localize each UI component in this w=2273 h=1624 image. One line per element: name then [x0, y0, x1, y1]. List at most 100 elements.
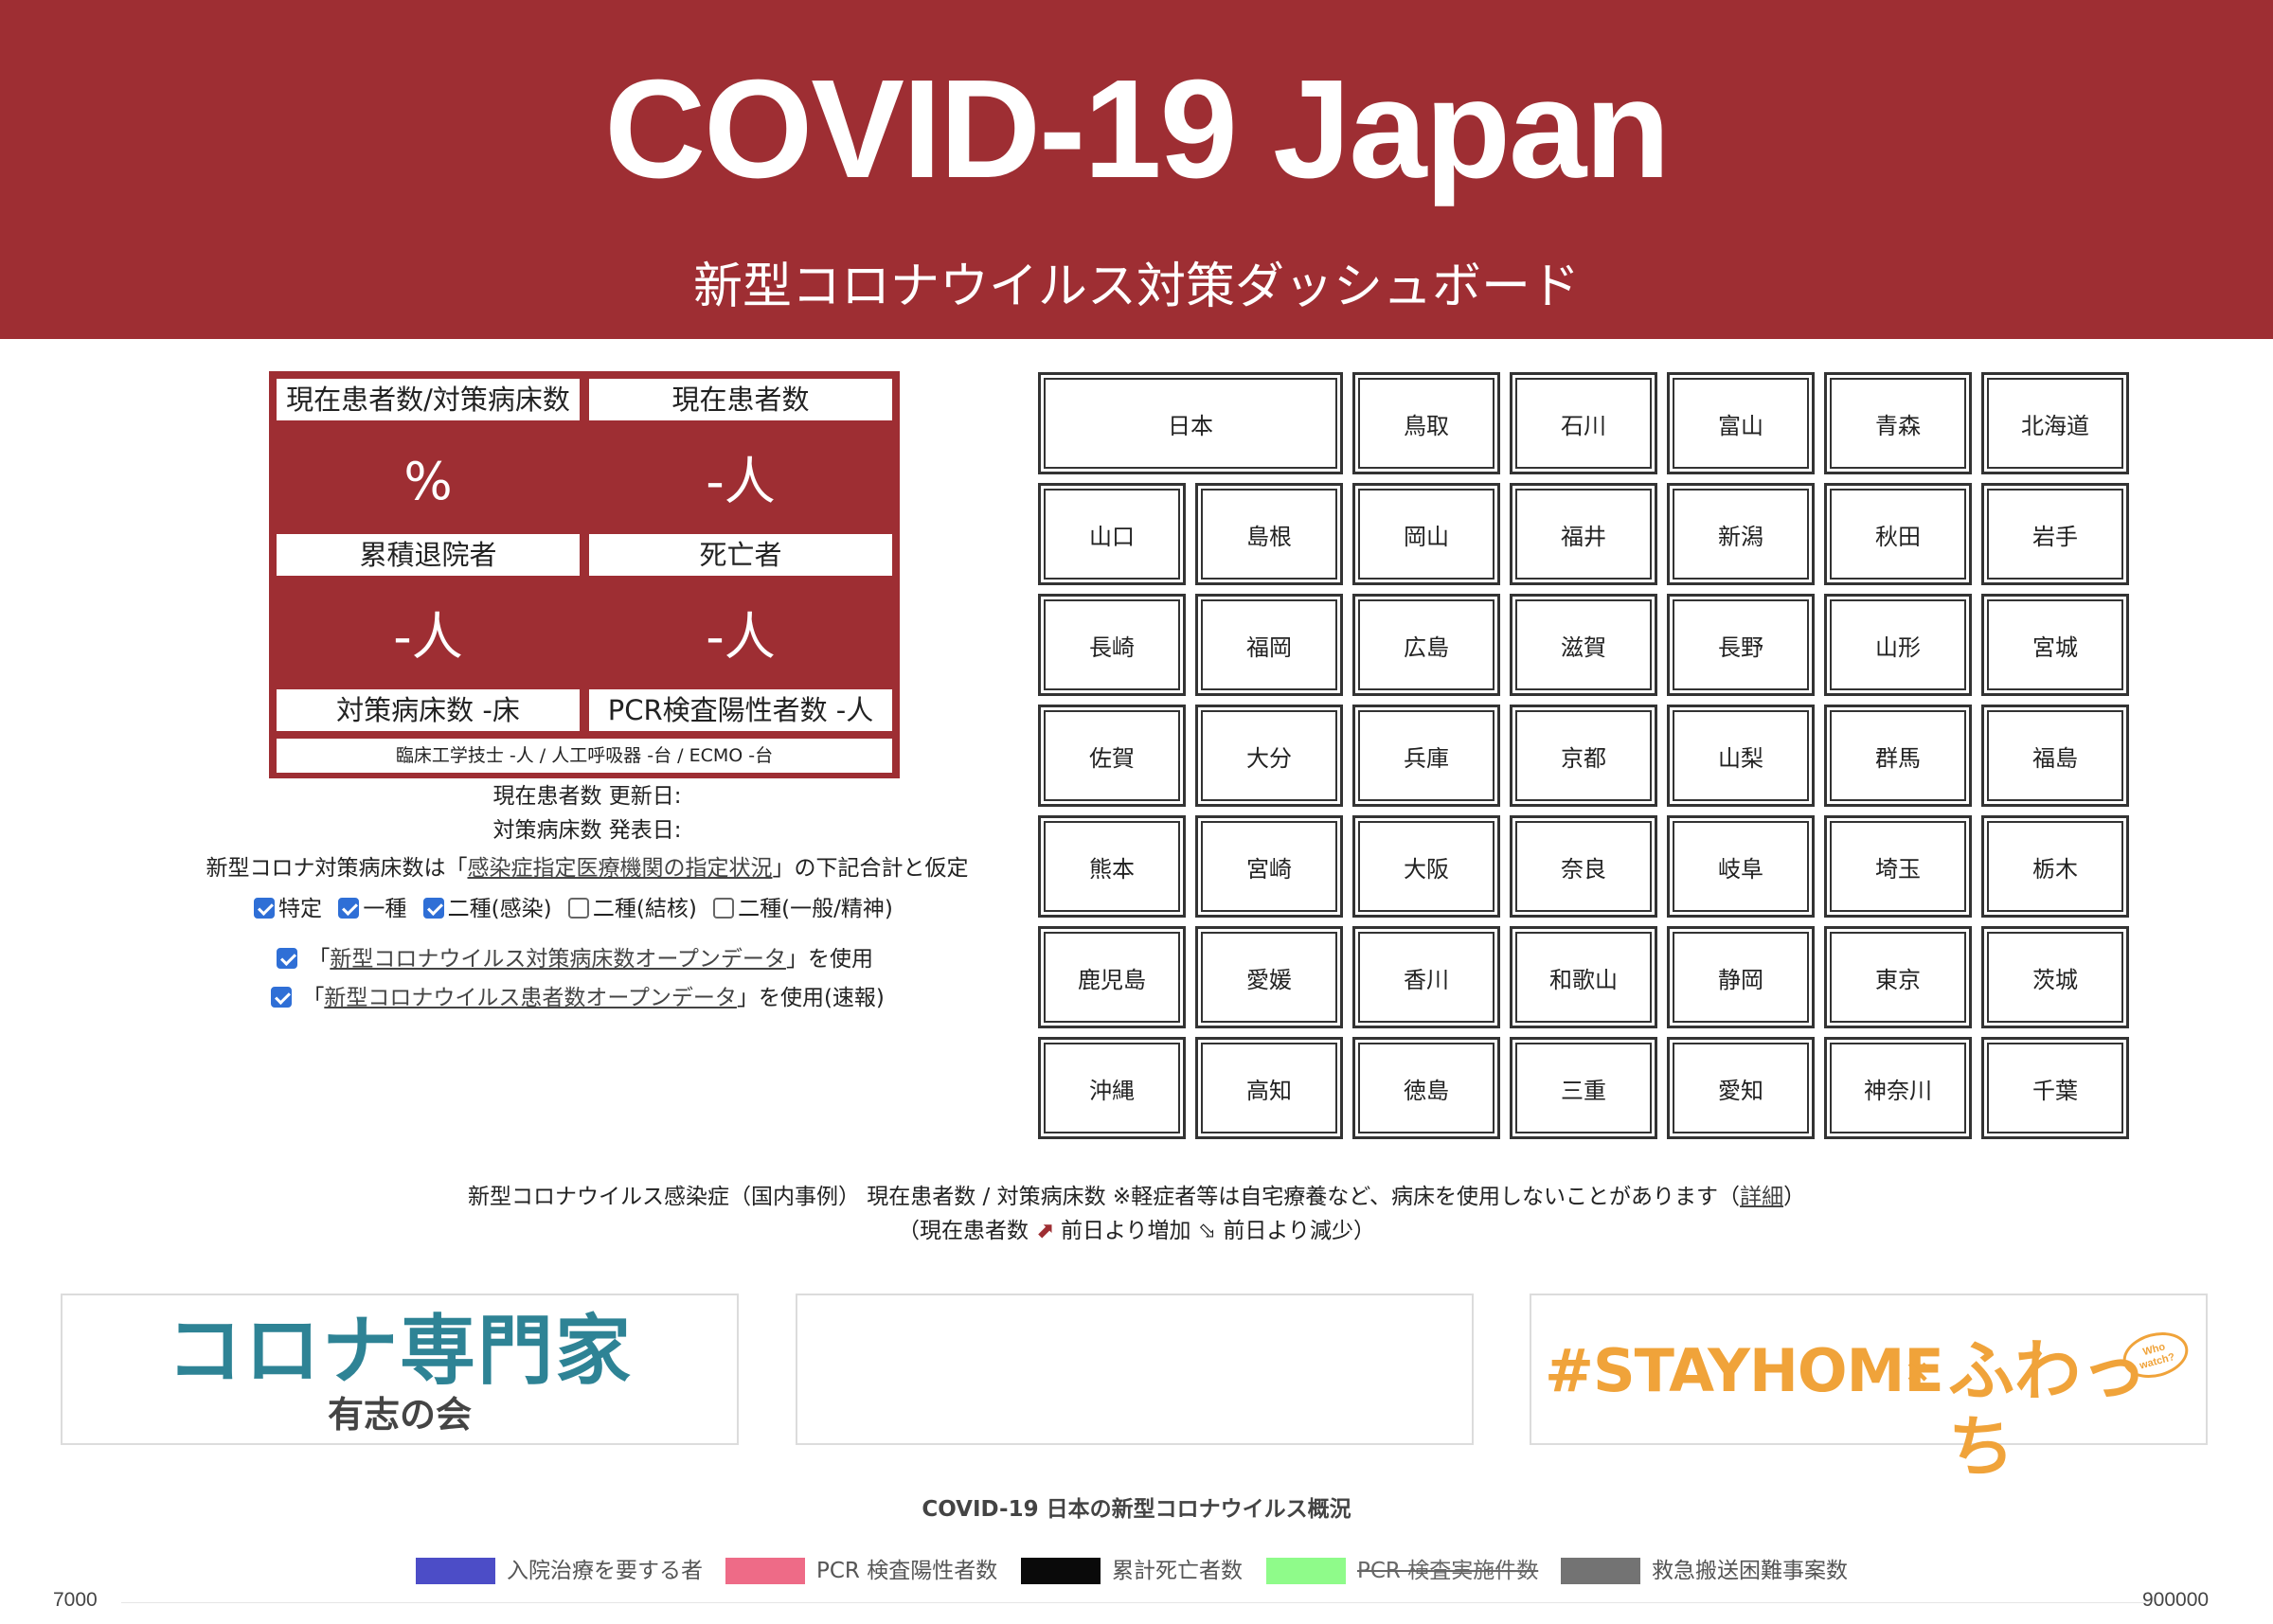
- pcr-positive-label: PCR検査陽性者数 -人: [589, 689, 892, 731]
- filter-label: 二種(感染): [447, 897, 552, 921]
- pref-tile[interactable]: 秋田: [1822, 481, 1974, 587]
- current-patients-value: -人: [706, 452, 776, 511]
- legend-label: PCR 検査実施件数: [1357, 1559, 1539, 1583]
- pref-tile[interactable]: 愛知: [1665, 1035, 1817, 1141]
- corona-experts-logo-text: コロナ専門家: [167, 1307, 633, 1395]
- details-link[interactable]: 詳細: [1740, 1185, 1783, 1209]
- pref-tile[interactable]: 大阪: [1351, 813, 1502, 919]
- pref-tile[interactable]: 岐阜: [1665, 813, 1817, 919]
- blank-banner[interactable]: [796, 1294, 1474, 1445]
- pref-tile[interactable]: 愛媛: [1193, 924, 1345, 1030]
- pref-tile[interactable]: 静岡: [1665, 924, 1817, 1030]
- pref-tile[interactable]: 神奈川: [1822, 1035, 1974, 1141]
- pref-tile[interactable]: 広島: [1351, 592, 1502, 698]
- pref-tile[interactable]: 山梨: [1665, 703, 1817, 809]
- bed-assumption-note: 新型コロナ対策病床数は「感染症指定医療機関の指定状況」の下記合計と仮定: [0, 852, 1174, 884]
- pref-tile[interactable]: 福岡: [1193, 592, 1345, 698]
- hospital-type-filters: 特定 一種 二種(感染) 二種(結核) 二種(一般/精神): [254, 893, 903, 925]
- pref-tile[interactable]: 佐賀: [1036, 703, 1188, 809]
- increase-arrow-icon: ⬈: [1035, 1219, 1054, 1243]
- published-date: 対策病床数 発表日:: [492, 818, 682, 843]
- beds-label: 対策病床数 -床: [277, 689, 580, 731]
- pref-tile[interactable]: 奈良: [1508, 813, 1659, 919]
- caption-close: ）: [1783, 1185, 1806, 1209]
- pref-tile[interactable]: 群馬: [1822, 703, 1974, 809]
- corona-experts-subtext: 有志の会: [327, 1394, 472, 1436]
- increase-label: 前日より増加: [1060, 1219, 1191, 1243]
- filter-nishu-kansen[interactable]: 二種(感染): [422, 893, 552, 925]
- pref-tile[interactable]: 山口: [1036, 481, 1188, 587]
- pref-tile[interactable]: 熊本: [1036, 813, 1188, 919]
- ratio-value: %: [403, 452, 453, 511]
- corona-experts-banner[interactable]: コロナ専門家 有志の会: [61, 1294, 739, 1445]
- patients-opendata-link[interactable]: 新型コロナウイルス患者数オープンデータ: [324, 986, 737, 1010]
- pref-tile-japan[interactable]: 日本: [1036, 370, 1345, 476]
- pref-tile[interactable]: 香川: [1351, 924, 1502, 1030]
- pref-tile[interactable]: 茨城: [1979, 924, 2131, 1030]
- pref-tile[interactable]: 滋賀: [1508, 592, 1659, 698]
- pref-tile[interactable]: 岡山: [1351, 481, 1502, 587]
- checkbox[interactable]: [277, 948, 297, 969]
- deaths-value: -人: [706, 607, 776, 667]
- checkbox[interactable]: [567, 898, 589, 919]
- pref-tile[interactable]: 富山: [1665, 370, 1817, 476]
- deaths-label: 死亡者: [589, 534, 892, 576]
- filter-nishu-ippan[interactable]: 二種(一般/精神): [713, 893, 893, 925]
- pref-tile[interactable]: 沖縄: [1036, 1035, 1188, 1141]
- pref-tile[interactable]: 東京: [1822, 924, 1974, 1030]
- filter-label: 一種: [363, 897, 407, 921]
- checkbox[interactable]: [271, 987, 292, 1008]
- pref-tile[interactable]: 宮城: [1979, 592, 2131, 698]
- pref-tile[interactable]: 北海道: [1979, 370, 2131, 476]
- filter-label: 二種(一般/精神): [738, 897, 893, 921]
- discharged-label: 累積退院者: [277, 534, 580, 576]
- checkbox[interactable]: [713, 898, 735, 919]
- pref-tile[interactable]: 山形: [1822, 592, 1974, 698]
- pref-tile[interactable]: 長崎: [1036, 592, 1188, 698]
- filter-tokutei[interactable]: 特定: [254, 893, 322, 925]
- pref-tile[interactable]: 宮崎: [1193, 813, 1345, 919]
- pref-tile[interactable]: 福島: [1979, 703, 2131, 809]
- filter-label: 特定: [278, 897, 322, 921]
- pref-tile[interactable]: 高知: [1193, 1035, 1345, 1141]
- legend-swatch: [725, 1558, 805, 1584]
- opendata-post: 」を使用(速報): [736, 986, 885, 1010]
- pref-tile[interactable]: 新潟: [1665, 481, 1817, 587]
- beds-opendata-link[interactable]: 新型コロナウイルス対策病床数オープンデータ: [330, 947, 786, 972]
- pref-tile[interactable]: 鹿児島: [1036, 924, 1188, 1030]
- pref-tile[interactable]: 島根: [1193, 481, 1345, 587]
- pref-tile[interactable]: 岩手: [1979, 481, 2131, 587]
- pref-tile[interactable]: 兵庫: [1351, 703, 1502, 809]
- pref-tile[interactable]: 三重: [1508, 1035, 1659, 1141]
- opendata-patients-option[interactable]: 「新型コロナウイルス患者数オープンデータ」を使用(速報): [271, 982, 885, 1014]
- pref-tile[interactable]: 石川: [1508, 370, 1659, 476]
- filter-nishu-kekkaku[interactable]: 二種(結核): [567, 893, 697, 925]
- legend-label: 累計死亡者数: [1112, 1559, 1243, 1583]
- stayhome-banner[interactable]: #STAYHOME × ふわっち Who watch?: [1530, 1294, 2208, 1485]
- discharged-value: -人: [393, 607, 463, 667]
- filter-label: 二種(結核): [592, 897, 697, 921]
- opendata-beds-option[interactable]: 「新型コロナウイルス対策病床数オープンデータ」を使用: [277, 943, 873, 975]
- pref-tile[interactable]: 青森: [1822, 370, 1974, 476]
- checkbox[interactable]: [338, 898, 360, 919]
- checkbox[interactable]: [254, 898, 275, 919]
- checkbox[interactable]: [422, 898, 444, 919]
- pref-tile[interactable]: 大分: [1193, 703, 1345, 809]
- pref-tile[interactable]: 京都: [1508, 703, 1659, 809]
- pref-tile[interactable]: 埼玉: [1822, 813, 1974, 919]
- designation-status-link[interactable]: 感染症指定医療機関の指定状況: [468, 856, 773, 881]
- decrease-label: 前日より減少）: [1223, 1219, 1375, 1243]
- updated-date: 現在患者数 更新日:: [492, 784, 682, 809]
- equipment-footer: 臨床工学技士 -人 / 人工呼吸器 -台 / ECMO -台: [277, 739, 892, 773]
- pref-tile[interactable]: 千葉: [1979, 1035, 2131, 1141]
- pref-tile[interactable]: 和歌山: [1508, 924, 1659, 1030]
- y-axis-right-max: 900000: [2142, 1589, 2210, 1611]
- pref-tile[interactable]: 栃木: [1979, 813, 2131, 919]
- pref-tile[interactable]: 鳥取: [1351, 370, 1502, 476]
- filter-isshu[interactable]: 一種: [338, 893, 406, 925]
- legend-swatch: [1266, 1558, 1346, 1584]
- pref-tile[interactable]: 徳島: [1351, 1035, 1502, 1141]
- pref-tile[interactable]: 福井: [1508, 481, 1659, 587]
- ratio-label: 現在患者数/対策病床数: [277, 379, 580, 420]
- pref-tile[interactable]: 長野: [1665, 592, 1817, 698]
